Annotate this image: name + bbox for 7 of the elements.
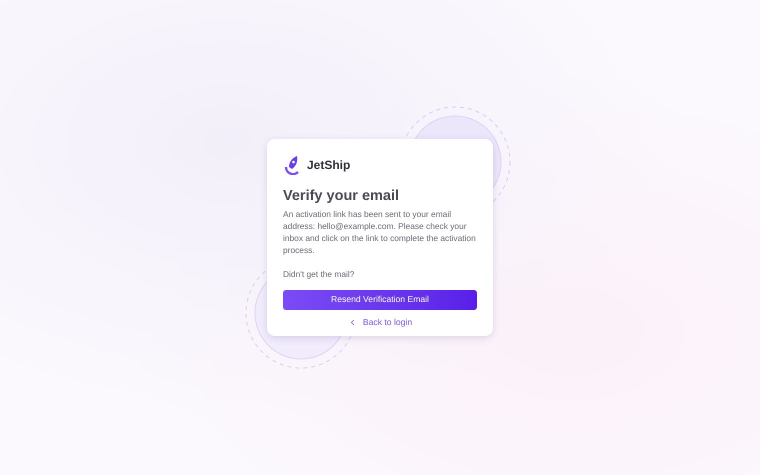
page-title: Verify your email bbox=[283, 187, 400, 206]
brand-name: JetShip bbox=[307, 157, 350, 174]
instruction-text: An activation link has been sent to your email address: hello@example.com. Please check your inbox and click on the link to complete the activation process. bbox=[283, 209, 477, 256]
prompt-text: Didn't get the mail? bbox=[283, 268, 356, 281]
back-to-login-link[interactable]: Back to login bbox=[348, 316, 412, 329]
resend-verification-button[interactable]: Resend Verification Email bbox=[283, 290, 477, 310]
rocket-logo-icon bbox=[283, 155, 301, 175]
